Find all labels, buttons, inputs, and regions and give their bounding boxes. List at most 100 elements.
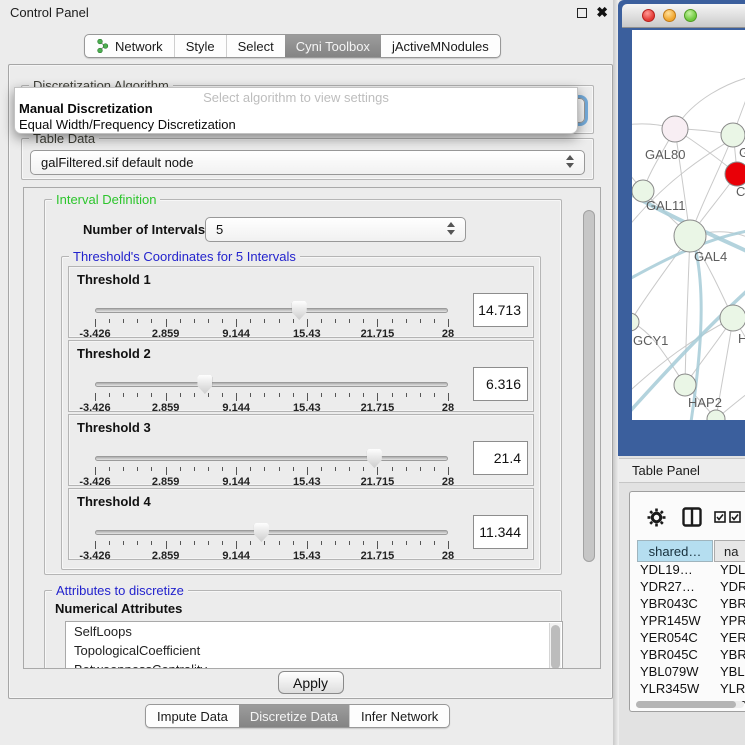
combo-spinner-icon: [566, 155, 575, 171]
tab-network[interactable]: Network: [85, 35, 174, 57]
tick-mark: [222, 541, 223, 545]
cell-name: YBR0: [720, 596, 745, 611]
threshold-slider[interactable]: -3.4262.8599.14415.4321.71528: [95, 453, 448, 485]
slider-track[interactable]: [95, 308, 448, 313]
mac-minimize-icon[interactable]: [663, 9, 676, 22]
float-window-icon[interactable]: [577, 8, 587, 18]
table-row[interactable]: YBR045CYBR0: [630, 647, 745, 664]
scrollbar-thumb[interactable]: [583, 210, 595, 562]
attribute-list-item[interactable]: SelfLoops: [66, 622, 562, 641]
cell-shared-name: YPR145W: [640, 613, 713, 628]
tick-mark: [137, 541, 138, 545]
network-node-h[interactable]: [720, 305, 745, 331]
tick-mark: [448, 319, 449, 327]
network-canvas[interactable]: GAL80GCGAL11GAL4GCY1HHAP2: [632, 30, 745, 420]
mac-zoom-icon[interactable]: [684, 9, 697, 22]
tab-jactivemnodules[interactable]: jActiveMNodules: [381, 35, 500, 57]
table-row[interactable]: YLR345WYLR3: [630, 681, 745, 698]
network-edge: [685, 236, 690, 385]
table-panel-title: Table Panel: [632, 463, 700, 478]
tick-mark: [349, 319, 350, 323]
table-row[interactable]: YDL19…YDL1: [630, 562, 745, 579]
slider-tick-labels: -3.4262.8599.14415.4321.71528: [95, 476, 448, 488]
cell-shared-name: YDL19…: [640, 562, 713, 577]
tick-mark: [448, 541, 449, 549]
tab-cyni-toolbox[interactable]: Cyni Toolbox: [285, 35, 381, 57]
column-header-shared-name[interactable]: shared…: [637, 540, 713, 562]
mac-close-icon[interactable]: [642, 9, 655, 22]
scrollbar-thumb[interactable]: [636, 701, 736, 708]
select-all-checkbox-icon[interactable]: [714, 511, 726, 523]
deselect-all-checkbox-icon[interactable]: [729, 511, 741, 523]
attribute-list-item[interactable]: BetweennessCentrality: [66, 660, 562, 669]
threshold-slider[interactable]: -3.4262.8599.14415.4321.71528: [95, 527, 448, 559]
tab-impute-data[interactable]: Impute Data: [146, 705, 239, 727]
network-node-label: GAL80: [645, 147, 685, 162]
slider-thumb[interactable]: [292, 301, 307, 320]
tick-mark: [392, 319, 393, 323]
table-horizontal-scrollbar[interactable]: [636, 701, 744, 708]
tick-mark: [335, 319, 336, 323]
network-window-titlebar[interactable]: [622, 4, 745, 28]
settings-scroll-panel: Interval Definition Number of Intervals …: [23, 187, 601, 669]
tab-discretize-data[interactable]: Discretize Data: [239, 705, 349, 727]
tick-mark: [180, 541, 181, 545]
dropdown-option-manual-discretization[interactable]: Manual Discretization: [19, 101, 573, 116]
cell-shared-name: YBR045C: [640, 647, 713, 662]
tick-mark: [166, 393, 167, 401]
threshold-value-field[interactable]: 21.4: [473, 441, 528, 475]
attributes-group-title: Attributes to discretize: [52, 583, 188, 598]
threshold-slider[interactable]: -3.4262.8599.14415.4321.71528: [95, 305, 448, 337]
threshold-value-field[interactable]: 6.316: [473, 367, 528, 401]
threshold-value-field[interactable]: 11.344: [473, 515, 528, 549]
slider-track[interactable]: [95, 382, 448, 387]
table-row[interactable]: YBL079WYBL0: [630, 664, 745, 681]
tick-mark: [420, 541, 421, 545]
slider-thumb[interactable]: [254, 523, 269, 542]
tab-style[interactable]: Style: [174, 35, 226, 57]
number-of-intervals-combobox[interactable]: 5: [205, 217, 466, 242]
settings-panel-scrollbar[interactable]: [583, 204, 596, 656]
network-node-c[interactable]: [725, 162, 745, 186]
slider-ticks: [95, 319, 448, 328]
slider-track[interactable]: [95, 530, 448, 535]
tick-mark: [363, 467, 364, 471]
table-data-combobox[interactable]: galFiltered.sif default node: [30, 150, 585, 175]
control-panel-title: Control Panel: [10, 5, 89, 20]
scrollbar-thumb[interactable]: [551, 625, 560, 669]
table-row[interactable]: YPR145WYPR1: [630, 613, 745, 630]
split-columns-icon[interactable]: [682, 507, 702, 527]
apply-button[interactable]: Apply: [278, 671, 344, 694]
tab-select[interactable]: Select: [226, 35, 285, 57]
attribute-list-item[interactable]: TopologicalCoefficient: [66, 641, 562, 660]
dropdown-option-equal-width-frequency[interactable]: Equal Width/Frequency Discretization: [19, 117, 573, 132]
slider-thumb[interactable]: [367, 449, 382, 468]
table-row[interactable]: YBR043CYBR0: [630, 596, 745, 613]
threshold-slider[interactable]: -3.4262.8599.14415.4321.71528: [95, 379, 448, 411]
tick-mark: [349, 467, 350, 471]
tick-mark: [194, 393, 195, 397]
network-node-g[interactable]: [721, 123, 745, 147]
network-node-gal4[interactable]: [674, 220, 706, 252]
gear-icon[interactable]: [647, 508, 666, 527]
tick-label: -3.426: [79, 476, 110, 488]
tick-mark: [279, 467, 280, 471]
tick-mark: [307, 393, 308, 401]
tick-mark: [109, 541, 110, 545]
tick-mark: [406, 467, 407, 471]
threshold-value-field[interactable]: 14.713: [473, 293, 528, 327]
tab-infer-network[interactable]: Infer Network: [349, 705, 449, 727]
column-header-name[interactable]: na: [714, 540, 745, 562]
close-icon[interactable]: ✖: [596, 4, 608, 21]
network-node-hap2[interactable]: [674, 374, 696, 396]
network-node-gal80[interactable]: [662, 116, 688, 142]
table-row[interactable]: YDR27…YDR2: [630, 579, 745, 596]
cell-shared-name: YBL079W: [640, 664, 713, 679]
network-node-gcy1[interactable]: [632, 313, 639, 331]
table-row[interactable]: YER054CYER0: [630, 630, 745, 647]
attributes-list-scrollbar[interactable]: [549, 623, 561, 669]
slider-track[interactable]: [95, 456, 448, 461]
numerical-attributes-list[interactable]: SelfLoopsTopologicalCoefficientBetweenne…: [65, 621, 563, 669]
tick-mark: [293, 541, 294, 545]
slider-thumb[interactable]: [197, 375, 212, 394]
